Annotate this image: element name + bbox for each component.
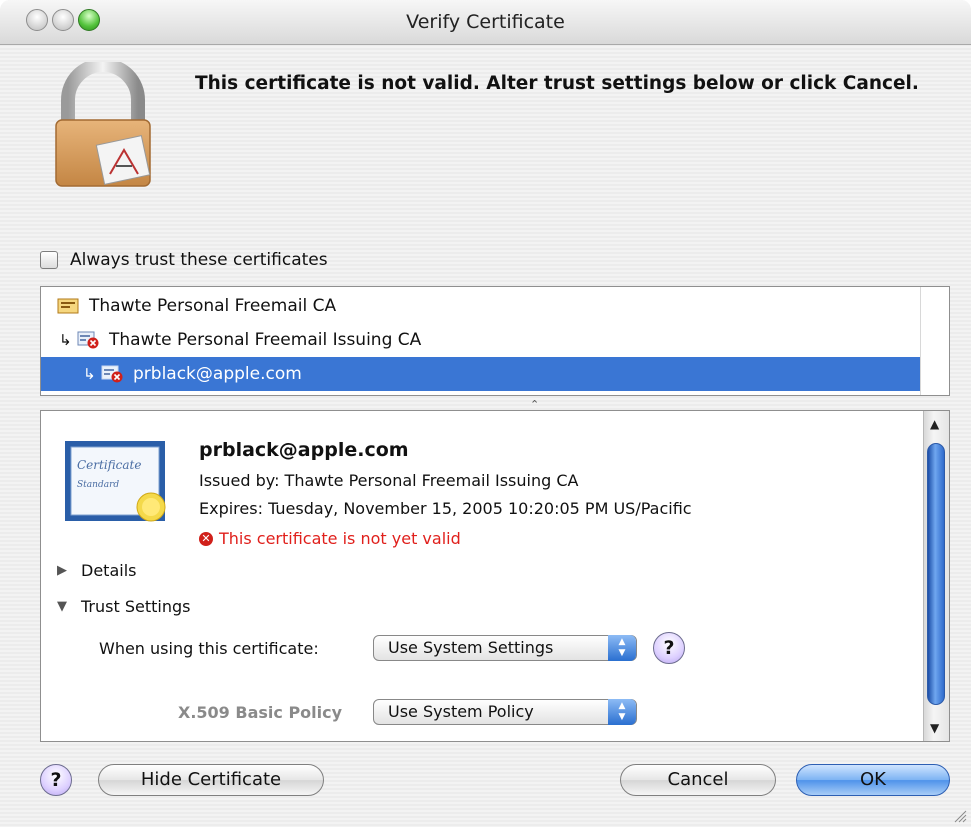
chain-item-label: Thawte Personal Freemail Issuing CA (109, 330, 422, 350)
chain-scroll-track[interactable] (920, 287, 949, 395)
details-label: Details (81, 561, 137, 580)
window-title: Verify Certificate (406, 11, 565, 33)
policy-popup[interactable]: Use System Policy ▲ ▼ (373, 699, 637, 725)
certificate-detail-panel[interactable]: Certificate Standard prblack@apple.com I… (40, 410, 950, 742)
chain-item-issuing-ca[interactable]: ↳ Thawte Personal Freemail Issuing CA (41, 323, 921, 357)
invalid-certificate-icon (77, 331, 99, 349)
when-using-label: When using this certificate: (99, 639, 319, 658)
chain-item-leaf[interactable]: ↳ prblack@apple.com (41, 357, 921, 391)
issued-by: Issued by: Thawte Personal Freemail Issu… (199, 471, 579, 490)
detail-scrollbar[interactable]: ▲ ▼ (923, 411, 949, 741)
certificate-icon: Certificate Standard (65, 441, 166, 522)
always-trust-label[interactable]: Always trust these certificates (70, 250, 328, 270)
hierarchy-arrow-icon: ↳ (83, 365, 96, 383)
details-disclosure[interactable]: ▶ Details (57, 561, 136, 580)
scroll-down-icon[interactable]: ▼ (930, 721, 939, 735)
chain-item-label: Thawte Personal Freemail CA (89, 296, 337, 316)
chain-item-label: prblack@apple.com (133, 364, 302, 384)
always-trust-checkbox[interactable] (40, 251, 58, 269)
disclosure-closed-icon: ▶ (57, 563, 67, 578)
ok-button[interactable]: OK (796, 764, 950, 796)
title-bar[interactable]: Verify Certificate (0, 0, 971, 45)
scroll-thumb[interactable] (927, 443, 945, 705)
certificate-name: prblack@apple.com (199, 439, 409, 461)
scroll-up-icon[interactable]: ▲ (930, 417, 939, 431)
cert-art-text-2: Standard (77, 480, 119, 490)
trust-help-button[interactable]: ? (653, 632, 685, 664)
hierarchy-arrow-icon: ↳ (59, 331, 72, 349)
popup-arrows-icon: ▲ ▼ (608, 699, 636, 725)
cert-art-text-1: Certificate (77, 458, 141, 472)
error-icon: ✕ (199, 531, 213, 546)
root-certificate-icon (57, 298, 79, 314)
certificate-error: ✕ This certificate is not yet valid (199, 529, 461, 548)
policy-label: X.509 Basic Policy (178, 703, 343, 722)
chain-item-root[interactable]: Thawte Personal Freemail CA (41, 289, 921, 323)
disclosure-open-icon: ▼ (57, 599, 67, 614)
always-trust-row[interactable]: Always trust these certificates (40, 248, 328, 272)
help-button[interactable]: ? (40, 764, 72, 796)
trust-settings-disclosure[interactable]: ▼ Trust Settings (57, 597, 190, 616)
cancel-button[interactable]: Cancel (620, 764, 776, 796)
trust-settings-label: Trust Settings (81, 597, 191, 616)
error-text: This certificate is not yet valid (219, 529, 461, 548)
invalid-certificate-icon (101, 365, 123, 383)
trust-setting-value: Use System Settings (388, 638, 554, 657)
certificate-chain-list[interactable]: Thawte Personal Freemail CA ↳ Thawte Per… (40, 286, 950, 396)
expires: Expires: Tuesday, November 15, 2005 10:2… (199, 499, 692, 518)
resize-grip-icon[interactable] (953, 809, 967, 823)
popup-arrows-icon: ▲ ▼ (608, 635, 636, 661)
lock-icon (55, 62, 151, 187)
policy-value: Use System Policy (388, 702, 534, 721)
page-title: This certificate is not valid. Alter tru… (195, 73, 919, 94)
trust-setting-popup[interactable]: Use System Settings ▲ ▼ (373, 635, 637, 661)
hide-certificate-button[interactable]: Hide Certificate (98, 764, 324, 796)
verify-certificate-window: Verify Certificate This certificate is n… (0, 0, 971, 827)
split-view-handle[interactable]: ⌃ (40, 396, 950, 411)
